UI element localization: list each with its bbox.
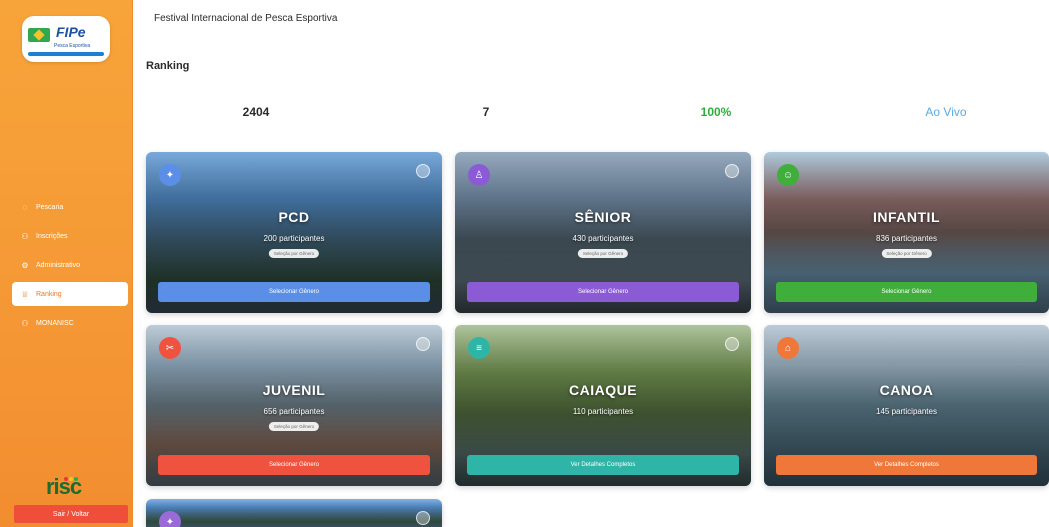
flag-icon: [28, 28, 50, 42]
category-card-caiaque[interactable]: ≡ CAIAQUE 110 participantes Ver Detalhes…: [455, 325, 751, 486]
category-card-canoa[interactable]: ⌂ CANOA 145 participantes Ver Detalhes C…: [764, 325, 1049, 486]
card-pill: Seleção por Gênero: [577, 249, 629, 258]
category-icon: ≡: [468, 337, 490, 359]
category-card-juvenil[interactable]: ✂ JUVENIL 656 participantes Seleção por …: [146, 325, 442, 486]
select-gender-button[interactable]: Selecionar Gênero: [776, 282, 1037, 302]
card-count: 200 participantes: [263, 234, 325, 243]
card-count: 430 participantes: [572, 234, 634, 243]
logo-tagline: Pesca Esportiva: [54, 43, 91, 49]
info-icon[interactable]: [725, 164, 739, 178]
info-icon[interactable]: [416, 511, 430, 525]
select-gender-button[interactable]: Selecionar Gênero: [158, 455, 430, 475]
sidebar-item-pescaria[interactable]: ◌ Pescaria: [12, 195, 128, 219]
logo-brand: FIPe: [56, 24, 86, 40]
card-title: JUVENIL: [262, 382, 326, 398]
section-title: Ranking: [146, 60, 190, 72]
card-title: CAIAQUE: [568, 382, 638, 398]
stat-value: 7: [482, 105, 490, 119]
card-title: INFANTIL: [873, 209, 940, 225]
trophy-icon: ♕: [21, 289, 29, 299]
sidebar-item-label: Administrativo: [36, 261, 80, 269]
card-title: SÊNIOR: [574, 209, 632, 225]
fishing-icon: ◌: [22, 202, 28, 212]
stat-value: 2404: [242, 105, 270, 119]
sidebar-item-inscricoes[interactable]: ⚇ Inscrições: [12, 224, 128, 248]
stat-live: Ao Vivo: [856, 105, 1036, 123]
category-card-senior[interactable]: ♙ SÊNIOR 430 participantes Seleção por G…: [455, 152, 751, 313]
card-count: 836 participantes: [876, 234, 937, 243]
sidebar-item-label: MONANISC: [36, 319, 74, 327]
sidebar-item-administrativo[interactable]: ⚙ Administrativo: [12, 253, 128, 277]
page-title: Festival Internacional de Pesca Esportiv…: [154, 13, 338, 24]
info-icon[interactable]: [725, 337, 739, 351]
card-photo: [146, 499, 442, 527]
category-icon: ✦: [159, 164, 181, 186]
sidebar-item-label: Inscrições: [36, 232, 68, 240]
card-pill: Seleção por Gênero: [268, 249, 320, 258]
app-logo[interactable]: FIPe Pesca Esportiva: [22, 16, 110, 62]
stat-percent: 100%: [626, 105, 806, 123]
sidebar-item-monanisc[interactable]: ⚇ MONANISC: [12, 311, 128, 335]
info-icon[interactable]: [416, 164, 430, 178]
category-icon: ☺: [777, 164, 799, 186]
stat-value: 100%: [700, 105, 732, 119]
category-icon: ⌂: [777, 337, 799, 359]
card-count: 110 participantes: [572, 407, 634, 416]
sidebar-item-label: Ranking: [36, 290, 62, 298]
users-icon: ⚇: [21, 231, 29, 241]
category-icon: ✦: [159, 511, 181, 527]
card-count: 656 participantes: [263, 407, 325, 416]
card-title: CANOA: [879, 382, 934, 398]
category-card-infantil[interactable]: ☺ INFANTIL 836 participantes Seleção por…: [764, 152, 1049, 313]
sidebar-item-label: Pescaria: [36, 203, 64, 211]
card-pill: Seleção por Gênero: [268, 422, 320, 431]
wave-icon: [28, 52, 104, 56]
stat-total-participants: 2404: [166, 105, 346, 123]
logout-button[interactable]: Sair / Voltar: [14, 505, 128, 523]
card-pill: Seleção por Gênero: [881, 249, 932, 258]
stat-categories: 7: [396, 105, 576, 123]
select-gender-button[interactable]: Selecionar Gênero: [467, 282, 739, 302]
card-count: 145 participantes: [876, 407, 937, 416]
sidebar-item-ranking[interactable]: ♕ Ranking: [12, 282, 128, 306]
category-icon: ♙: [468, 164, 490, 186]
view-details-button[interactable]: Ver Detalhes Completos: [467, 455, 739, 475]
risc-logo-text: risc: [46, 474, 82, 499]
select-gender-button[interactable]: Selecionar Gênero: [158, 282, 430, 302]
category-card-partial[interactable]: ✦: [146, 499, 442, 527]
category-card-pcd[interactable]: ✦ PCD 200 participantes Seleção por Gêne…: [146, 152, 442, 313]
admin-icon: ⚙: [21, 260, 29, 270]
risc-logo: risc: [46, 468, 90, 499]
view-details-button[interactable]: Ver Detalhes Completos: [776, 455, 1037, 475]
sidebar-nav: ◌ Pescaria ⚇ Inscrições ⚙ Administrativo…: [12, 195, 128, 340]
stat-value: Ao Vivo: [925, 105, 967, 119]
info-icon[interactable]: [416, 337, 430, 351]
group-icon: ⚇: [21, 318, 29, 328]
category-icon: ✂: [159, 337, 181, 359]
sidebar: FIPe Pesca Esportiva ◌ Pescaria ⚇ Inscri…: [0, 0, 133, 527]
card-title: PCD: [278, 209, 310, 225]
